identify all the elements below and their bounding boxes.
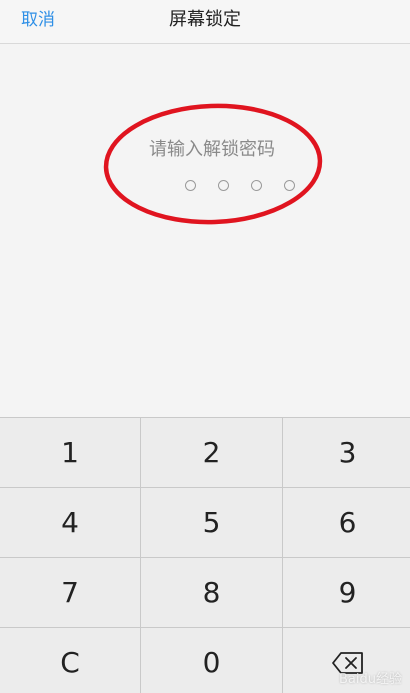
key-1[interactable]: 1 — [0, 418, 140, 487]
key-label: 5 — [202, 506, 221, 539]
key-label: 3 — [338, 436, 357, 469]
key-label: 1 — [61, 436, 79, 469]
key-label: 8 — [202, 576, 221, 609]
key-9[interactable]: 9 — [283, 558, 410, 627]
passcode-dot-1 — [185, 180, 196, 191]
key-label: C — [60, 646, 80, 679]
backspace-icon — [331, 651, 363, 674]
key-label: 0 — [202, 646, 221, 679]
page-title: 屏幕锁定 — [169, 9, 241, 30]
passcode-dot-4 — [284, 180, 295, 191]
key-7[interactable]: 7 — [0, 558, 140, 627]
backspace-button[interactable] — [283, 628, 410, 693]
passcode-dot-2 — [218, 180, 229, 191]
key-label: 4 — [61, 506, 79, 539]
key-5[interactable]: 5 — [141, 488, 282, 557]
numeric-keypad: 1 2 3 4 5 6 7 8 9 C 0 — [0, 417, 410, 693]
key-6[interactable]: 6 — [283, 488, 410, 557]
key-clear[interactable]: C — [0, 628, 140, 693]
key-label: 6 — [338, 506, 357, 539]
passcode-dot-3 — [251, 180, 262, 191]
navigation-bar: 取消 屏幕锁定 — [0, 0, 410, 44]
key-3[interactable]: 3 — [283, 418, 410, 487]
key-label: 2 — [202, 436, 221, 469]
key-0[interactable]: 0 — [141, 628, 282, 693]
key-2[interactable]: 2 — [141, 418, 282, 487]
passcode-prompt: 请输入解锁密码 — [149, 139, 275, 160]
key-label: 7 — [61, 576, 79, 609]
passcode-dots — [0, 180, 410, 194]
key-8[interactable]: 8 — [141, 558, 282, 627]
key-4[interactable]: 4 — [0, 488, 140, 557]
key-label: 9 — [338, 576, 357, 609]
